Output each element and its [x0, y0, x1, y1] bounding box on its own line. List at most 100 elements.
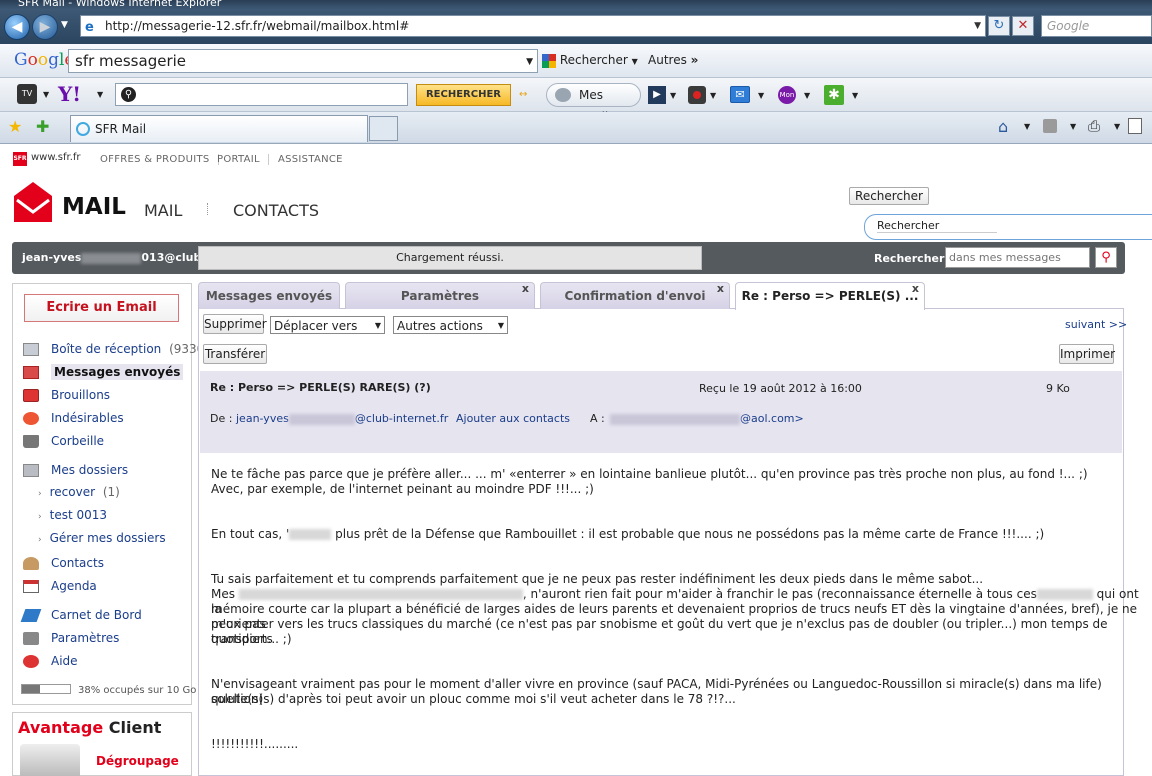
yahoo-search-input[interactable]: ⚲: [115, 83, 408, 106]
offers-link[interactable]: OFFRES & PRODUITS: [100, 154, 219, 165]
global-search-button[interactable]: Rechercher: [849, 187, 929, 205]
my-apps-button[interactable]: Mes applis: [546, 83, 641, 124]
browser-tab-label: SFR Mail: [95, 122, 147, 136]
recipient-address[interactable]: @aol.com>: [610, 412, 804, 425]
nav-mail[interactable]: MAIL: [144, 201, 182, 220]
yahoo-options-icon[interactable]: ↔: [519, 89, 527, 100]
new-tab-button[interactable]: [369, 116, 398, 141]
sidebar-item-label: Corbeille: [51, 434, 105, 448]
sidebar-item[interactable]: › recover (1): [38, 485, 120, 499]
delete-button[interactable]: Supprimer: [203, 314, 267, 334]
sidebar-item[interactable]: Messages envoyés: [23, 364, 184, 380]
play-dropdown-icon[interactable]: ▼: [670, 91, 676, 100]
body-text: Mes: [211, 587, 235, 601]
sidebar-item[interactable]: Paramètres: [23, 631, 119, 645]
mail-icon[interactable]: ✉: [730, 86, 750, 103]
next-link[interactable]: suivant >>: [1065, 318, 1127, 331]
favorites-star-icon[interactable]: ★: [8, 117, 22, 136]
home-dropdown-icon[interactable]: ▼: [1024, 122, 1030, 131]
promo-item[interactable]: Dégroupage: [96, 754, 179, 768]
mailbox-search-button[interactable]: ⚲: [1095, 247, 1117, 268]
google-search-input[interactable]: sfr messagerie ▼: [68, 49, 538, 73]
add-to-contacts-link[interactable]: Ajouter aux contacts: [456, 412, 570, 425]
stop-icon[interactable]: ✕: [1012, 16, 1034, 36]
google-dropdown-icon[interactable]: ▼: [526, 51, 533, 73]
sender-suffix: @club-internet.fr: [354, 412, 449, 425]
sidebar-item[interactable]: › test 0013: [38, 508, 107, 522]
back-arrow-icon: ◀: [11, 19, 23, 35]
sfr-site-link[interactable]: www.sfr.fr: [31, 152, 81, 163]
browser-tab-sfr-mail[interactable]: SFR Mail: [70, 115, 368, 142]
tab-send-confirmation[interactable]: Confirmation d'envoi x: [540, 282, 730, 309]
record-icon[interactable]: [688, 86, 706, 104]
yahoo-logo-icon[interactable]: Y!: [58, 82, 81, 106]
forward-message-button[interactable]: Transférer: [203, 344, 267, 364]
sidebar-item[interactable]: Agenda: [23, 579, 97, 593]
sidebar-item[interactable]: Aide: [23, 654, 78, 668]
google-more-button[interactable]: Autres »: [648, 53, 698, 67]
sidebar-item[interactable]: Corbeille: [23, 434, 104, 448]
home-icon[interactable]: ⌂: [998, 117, 1008, 136]
yahoo-search-button[interactable]: RECHERCHER: [416, 84, 511, 106]
rss-dropdown-icon[interactable]: ▼: [1070, 122, 1076, 131]
url-dropdown-icon[interactable]: ▼: [974, 16, 981, 36]
sidebar-item[interactable]: Contacts: [23, 556, 104, 570]
print-dropdown-icon[interactable]: ▼: [1114, 122, 1120, 131]
redacted-block: [288, 413, 355, 425]
close-icon[interactable]: x: [717, 275, 724, 302]
other-actions-select[interactable]: Autres actions ▼: [393, 316, 508, 334]
messenger-icon[interactable]: Mon: [778, 86, 796, 104]
widget-dropdown-icon[interactable]: ▼: [852, 91, 858, 100]
add-favorite-icon[interactable]: ✚: [36, 117, 49, 136]
assistance-link[interactable]: ASSISTANCE: [278, 154, 343, 165]
sidebar-item[interactable]: Boîte de réception (9330): [23, 342, 209, 356]
widget-icon[interactable]: ✱: [824, 85, 844, 105]
sidebar-item[interactable]: Brouillons: [23, 388, 110, 402]
history-dropdown-icon[interactable]: ▼: [61, 20, 68, 30]
inbox-icon: [23, 343, 39, 356]
print-icon[interactable]: ⎙: [1088, 117, 1100, 135]
browser-search-input[interactable]: Google: [1041, 15, 1152, 37]
tv-dropdown-icon[interactable]: ▼: [43, 90, 49, 99]
google-search-button[interactable]: Rechercher ▼: [542, 53, 638, 68]
print-button[interactable]: Imprimer: [1059, 344, 1115, 364]
move-to-select[interactable]: Déplacer vers ▼: [270, 316, 385, 334]
portal-link[interactable]: PORTAIL: [217, 154, 269, 165]
sidebar-item-label: Aide: [51, 654, 78, 668]
url-text: http://messagerie-12.sfr.fr/webmail/mail…: [105, 19, 410, 33]
sidebar-item-label: Contacts: [51, 556, 104, 570]
forward-button[interactable]: ▶: [32, 14, 58, 40]
status-message: Chargement réussi.: [198, 246, 702, 270]
yahoo-dropdown-icon[interactable]: ▼: [97, 90, 103, 99]
sidebar-item[interactable]: Carnet de Bord: [20, 608, 142, 622]
window-title: SFR Mail - Windows Internet Explorer: [0, 0, 1152, 10]
page-menu-icon[interactable]: [1128, 118, 1142, 134]
url-field[interactable]: e http://messagerie-12.sfr.fr/webmail/ma…: [80, 15, 986, 37]
settings-icon: [23, 632, 39, 645]
close-icon[interactable]: x: [912, 275, 919, 302]
sidebar-item[interactable]: › Gérer mes dossiers: [38, 531, 166, 545]
compose-email-button[interactable]: Ecrire un Email: [24, 294, 179, 322]
tv-icon[interactable]: TV: [17, 84, 37, 104]
global-search-input[interactable]: Rechercher: [864, 214, 1152, 240]
tab-sent-messages[interactable]: Messages envoyés: [198, 282, 340, 309]
rss-feed-icon[interactable]: [1043, 119, 1057, 133]
refresh-icon[interactable]: ↻: [988, 16, 1010, 36]
tab-settings[interactable]: Paramètres x: [345, 282, 535, 309]
mailbox-search-input[interactable]: [945, 247, 1090, 268]
message-date: Reçu le 19 août 2012 à 16:00: [699, 382, 862, 395]
sidebar-item[interactable]: Mes dossiers: [23, 463, 128, 477]
tab-current-message[interactable]: Re : Perso => PERLE(S) ... x: [735, 282, 925, 310]
mail-dropdown-icon[interactable]: ▼: [758, 91, 764, 100]
sfr-small-logo-icon: SFR: [13, 152, 27, 166]
play-icon[interactable]: ▶: [648, 86, 666, 104]
nav-contacts[interactable]: CONTACTS: [233, 201, 319, 220]
redacted-block: [1036, 589, 1093, 600]
close-icon[interactable]: x: [522, 275, 529, 302]
record-dropdown-icon[interactable]: ▼: [710, 91, 716, 100]
sfr-mail-logo-icon[interactable]: [14, 182, 52, 222]
sidebar-item[interactable]: Indésirables: [23, 411, 124, 425]
back-button[interactable]: ◀: [4, 14, 30, 40]
messenger-dropdown-icon[interactable]: ▼: [804, 91, 810, 100]
sender-address[interactable]: jean-yves @club-internet.fr: [236, 412, 448, 425]
